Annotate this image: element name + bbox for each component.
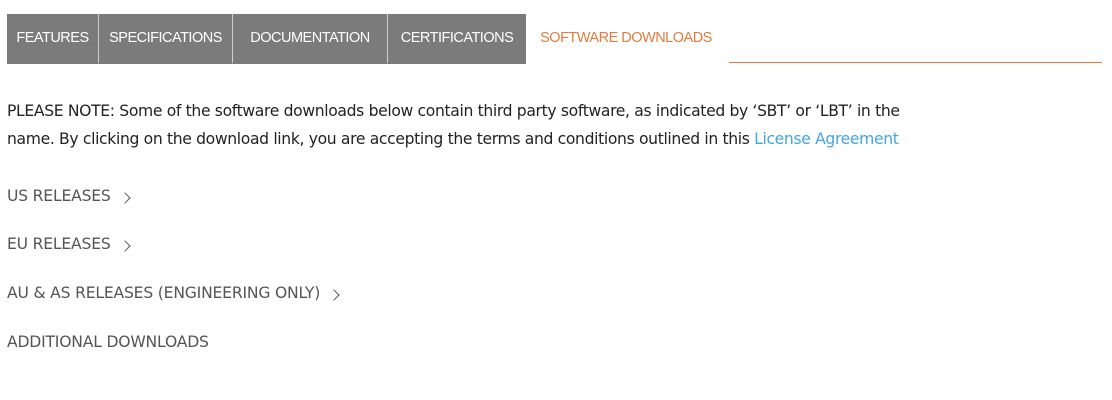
notice-line-2: name. By clicking on the download link, …: [7, 125, 1112, 153]
tab-software-downloads[interactable]: SOFTWARE DOWNLOADS: [526, 14, 725, 64]
tab-underline: [729, 14, 1102, 63]
chevron-right-icon: [118, 239, 131, 252]
chevron-right-icon: [328, 288, 340, 301]
au-as-releases-toggle[interactable]: AU & AS RELEASES (ENGINEERING ONLY): [7, 284, 340, 302]
tab-documentation[interactable]: DOCUMENTATION: [232, 14, 387, 64]
tab-features[interactable]: FEATURES: [7, 14, 98, 64]
additional-downloads-label: ADDITIONAL DOWNLOADS: [7, 333, 209, 351]
license-notice: PLEASE NOTE: Some of the software downlo…: [7, 97, 1112, 153]
au-as-releases-label: AU & AS RELEASES (ENGINEERING ONLY): [7, 284, 321, 302]
tab-bar: FEATURES SPECIFICATIONS DOCUMENTATION CE…: [7, 14, 1112, 64]
chevron-right-icon: [118, 191, 131, 204]
license-agreement-link[interactable]: License Agreement: [754, 130, 899, 148]
tab-specifications[interactable]: SPECIFICATIONS: [98, 14, 232, 64]
eu-releases-toggle[interactable]: EU RELEASES: [7, 235, 131, 253]
tab-certifications[interactable]: CERTIFICATIONS: [387, 14, 526, 64]
us-releases-label: US RELEASES: [7, 187, 111, 205]
eu-releases-label: EU RELEASES: [7, 235, 111, 253]
additional-downloads-toggle[interactable]: ADDITIONAL DOWNLOADS: [7, 333, 209, 351]
us-releases-toggle[interactable]: US RELEASES: [7, 187, 131, 205]
notice-line-1: PLEASE NOTE: Some of the software downlo…: [7, 102, 900, 120]
notice-line-2-text: name. By clicking on the download link, …: [7, 130, 755, 148]
